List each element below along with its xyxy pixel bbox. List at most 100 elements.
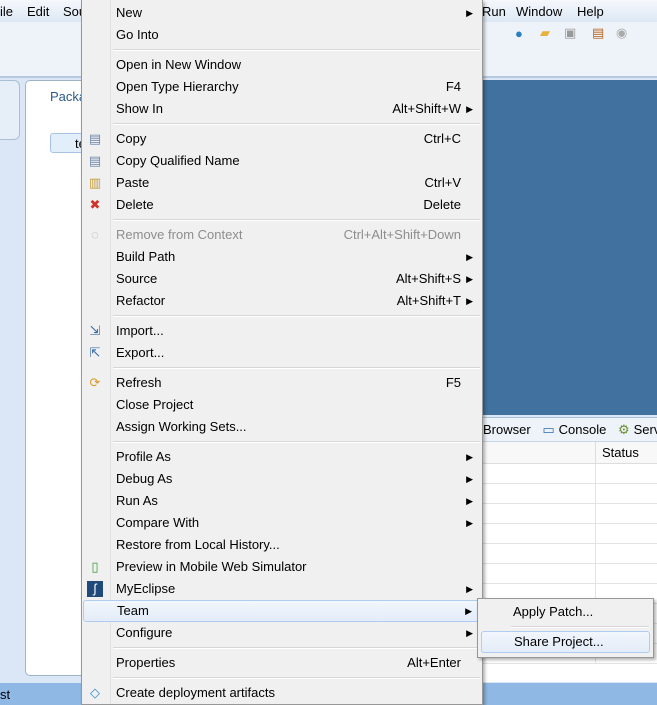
submenu-arrow-icon: ▶ — [466, 518, 473, 528]
menu-item-profile-as[interactable]: Profile As ▶ — [83, 446, 481, 468]
menu-item-label: Profile As — [116, 449, 171, 464]
menu-item-label: Export... — [116, 345, 165, 360]
copy-icon: ▤ — [88, 131, 102, 146]
submenu-arrow-icon: ▶ — [466, 252, 473, 262]
menu-run[interactable]: Run — [482, 4, 506, 19]
menu-item-create-deployment-artifacts[interactable]: ◇ Create deployment artifacts — [83, 682, 481, 704]
menu-item-label: Show In — [116, 101, 163, 116]
package-explorer: Packa te — [25, 80, 100, 676]
menu-item-copy[interactable]: ▤ Copy Ctrl+C — [83, 128, 481, 150]
menu-item-share-project[interactable]: Share Project... — [481, 631, 650, 653]
menu-item-go-into[interactable]: Go Into — [83, 24, 481, 46]
menu-item-preview-in-mobile-web-simulator[interactable]: ▯ Preview in Mobile Web Simulator — [83, 556, 481, 578]
menu-separator — [480, 623, 651, 631]
menu-separator — [82, 216, 482, 224]
menu-item-build-path[interactable]: Build Path ▶ — [83, 246, 481, 268]
menu-separator — [82, 46, 482, 54]
menu-item-label: Source — [116, 271, 158, 286]
menu-item-source[interactable]: Source Alt+Shift+S ▶ — [83, 268, 481, 290]
mobile-simulator-icon: ▯ — [91, 559, 99, 574]
menu-item-properties[interactable]: Properties Alt+Enter — [83, 652, 481, 674]
menu-item-paste[interactable]: ▥ Paste Ctrl+V — [83, 172, 481, 194]
menu-item-myeclipse[interactable]: ʃ MyEclipse ▶ — [83, 578, 481, 600]
submenu-arrow-icon: ▶ — [466, 496, 473, 506]
menu-item-label: Copy — [116, 131, 147, 146]
servers-icon: ⚙ — [617, 422, 630, 437]
menu-item-refresh[interactable]: ⟳ Refresh F5 — [83, 372, 481, 394]
menu-item-label: Create deployment artifacts — [116, 685, 275, 700]
remove-context-icon: ◌ — [91, 227, 99, 242]
menu-item-label: Go Into — [116, 27, 159, 42]
editor-area — [483, 80, 657, 415]
deploy-icon[interactable]: ▣ — [564, 25, 576, 41]
globe-icon[interactable]: ● — [515, 26, 523, 41]
team-submenu: Apply Patch... Share Project... — [477, 598, 654, 658]
menu-item-label: Delete — [116, 197, 154, 212]
export-icon: ⇱ — [89, 345, 101, 360]
menu-item-label: New — [116, 5, 143, 20]
menu-item-shortcut: Ctrl+V — [424, 175, 461, 190]
menu-item-label: Close Project — [116, 397, 194, 412]
menu-item-label: Remove from Context — [116, 227, 243, 242]
submenu-arrow-icon: ▶ — [466, 474, 473, 484]
menu-item-label: Share Project... — [514, 634, 604, 649]
menu-item-shortcut: F4 — [445, 79, 461, 94]
menu-item-delete[interactable]: ✖ Delete Delete — [83, 194, 481, 216]
menu-item-label: Build Path — [116, 249, 176, 264]
tab-servers[interactable]: Serve — [634, 422, 657, 437]
side-strip — [0, 80, 20, 140]
menu-separator — [82, 120, 482, 128]
menu-separator — [82, 674, 482, 682]
column-status[interactable]: Status — [602, 445, 639, 460]
menu-item-label: Assign Working Sets... — [116, 419, 247, 434]
menu-item-shortcut: Ctrl+C — [423, 131, 461, 146]
menu-item-label: Open Type Hierarchy — [116, 79, 239, 94]
menu-item-open-type-hierarchy[interactable]: Open Type Hierarchy F4 — [83, 76, 481, 98]
menu-help[interactable]: Help — [577, 4, 604, 19]
tab-browser[interactable]: Browser — [483, 422, 531, 437]
menu-window[interactable]: Window — [516, 4, 562, 19]
menu-item-shortcut: Ctrl+Alt+Shift+Down — [343, 227, 461, 242]
server-icon[interactable]: ◉ — [616, 25, 627, 41]
menu-item-label: Refresh — [116, 375, 162, 390]
open-folder-icon[interactable]: ▰ — [540, 25, 550, 41]
menu-item-configure[interactable]: Configure ▶ — [83, 622, 481, 644]
menu-separator — [82, 644, 482, 652]
status-text: st — [0, 687, 11, 702]
menu-item-label: Team — [117, 603, 149, 618]
menu-item-label: Debug As — [116, 471, 173, 486]
menu-item-assign-working-sets[interactable]: Assign Working Sets... — [83, 416, 481, 438]
menu-item-restore-from-local-history[interactable]: Restore from Local History... — [83, 534, 481, 556]
submenu-arrow-icon: ▶ — [466, 296, 473, 306]
menu-item-export[interactable]: ⇱ Export... — [83, 342, 481, 364]
submenu-arrow-icon: ▶ — [466, 584, 473, 594]
menu-item-open-in-new-window[interactable]: Open in New Window — [83, 54, 481, 76]
menu-item-label: Refactor — [116, 293, 166, 308]
tab-console[interactable]: Console — [559, 422, 607, 437]
menu-item-copy-qualified-name[interactable]: ▤ Copy Qualified Name — [83, 150, 481, 172]
menu-file[interactable]: ile — [0, 4, 13, 19]
menu-item-team[interactable]: Team ▶ — [83, 600, 481, 622]
menu-item-label: Configure — [116, 625, 173, 640]
menu-item-shortcut: Alt+Shift+T — [396, 293, 461, 308]
menu-item-refactor[interactable]: Refactor Alt+Shift+T ▶ — [83, 290, 481, 312]
menu-item-new[interactable]: New ▶ — [83, 2, 481, 24]
menu-separator — [82, 364, 482, 372]
menu-item-label: Apply Patch... — [513, 604, 594, 619]
new-report-icon[interactable]: ▤ — [592, 25, 604, 41]
menu-item-debug-as[interactable]: Debug As ▶ — [83, 468, 481, 490]
menu-item-run-as[interactable]: Run As ▶ — [83, 490, 481, 512]
menu-item-close-project[interactable]: Close Project — [83, 394, 481, 416]
menu-item-label: Compare With — [116, 515, 200, 530]
menu-item-import[interactable]: ⇲ Import... — [83, 320, 481, 342]
menu-edit[interactable]: Edit — [27, 4, 49, 19]
menu-item-label: Import... — [116, 323, 164, 338]
menu-item-shortcut: Alt+Shift+W — [392, 101, 461, 116]
submenu-arrow-icon: ▶ — [466, 628, 473, 638]
menu-item-show-in[interactable]: Show In Alt+Shift+W ▶ — [83, 98, 481, 120]
refresh-icon: ⟳ — [89, 375, 101, 390]
menu-item-apply-patch[interactable]: Apply Patch... — [481, 601, 650, 623]
submenu-arrow-icon: ▶ — [466, 104, 473, 114]
menu-item-label: Open in New Window — [116, 57, 241, 72]
menu-item-compare-with[interactable]: Compare With ▶ — [83, 512, 481, 534]
